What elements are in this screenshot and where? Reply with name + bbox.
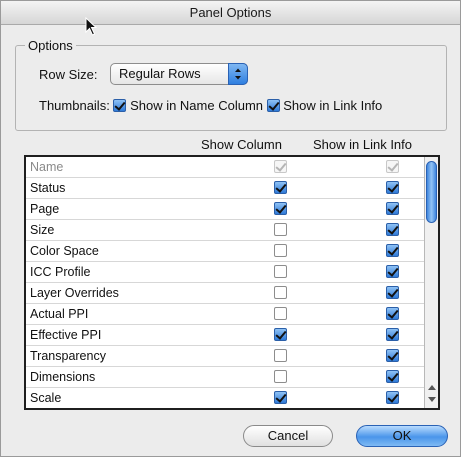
row-label: Scale	[30, 391, 62, 405]
row-label: Transparency	[30, 349, 106, 363]
show-in-link-info-checkbox[interactable]	[386, 244, 399, 257]
table-row: Page	[26, 199, 424, 220]
show-column-checkbox[interactable]	[274, 307, 287, 320]
row-label: ICC Profile	[30, 265, 91, 279]
dialog-title: Panel Options	[1, 1, 460, 25]
scrollbar-thumb[interactable]	[426, 161, 437, 223]
show-in-link-info-checkbox	[386, 160, 399, 173]
show-column-checkbox	[274, 160, 287, 173]
table-row: Actual PPI	[26, 304, 424, 325]
show-column-header: Show Column	[201, 137, 282, 152]
row-label: Color Space	[30, 244, 99, 258]
show-column-checkbox[interactable]	[274, 265, 287, 278]
thumbnails-label: Thumbnails:	[39, 98, 110, 114]
table-row: Effective PPI	[26, 325, 424, 346]
row-size-label: Row Size:	[39, 67, 98, 82]
table-row: Dimensions	[26, 367, 424, 388]
thumbnails-row: Thumbnails: Show in Name Column Show in …	[39, 97, 382, 113]
show-column-checkbox[interactable]	[274, 244, 287, 257]
show-in-link-info-checkbox[interactable]	[386, 265, 399, 278]
show-in-link-info-checkbox[interactable]	[386, 286, 399, 299]
row-label: Name	[30, 160, 64, 174]
table-row: Transparency	[26, 346, 424, 367]
show-in-name-column-checkbox[interactable]	[113, 99, 127, 113]
mouse-pointer-icon	[85, 17, 98, 36]
table-row: Status	[26, 178, 424, 199]
show-column-checkbox[interactable]	[274, 202, 287, 215]
row-label: Status	[30, 181, 66, 195]
show-column-checkbox[interactable]	[274, 391, 287, 404]
row-size-value: Regular Rows	[119, 66, 201, 81]
show-in-link-info-checkbox[interactable]	[386, 223, 399, 236]
table-row: Name	[26, 157, 424, 178]
columns-table: Name Status Page Size Color Space ICC Profile…	[24, 155, 440, 410]
table-row: Size	[26, 220, 424, 241]
show-in-link-info-checkbox[interactable]	[386, 349, 399, 362]
popup-arrows-icon	[228, 63, 248, 85]
row-size-popup[interactable]: Regular Rows	[110, 63, 248, 85]
show-column-checkbox[interactable]	[274, 223, 287, 236]
show-in-link-info-header: Show in Link Info	[313, 137, 413, 152]
panel-options-dialog: Panel Options Options Row Size: Regular …	[0, 0, 461, 457]
options-group	[15, 45, 447, 131]
show-column-checkbox[interactable]	[274, 349, 287, 362]
row-label: Actual PPI	[30, 307, 89, 321]
row-label: Effective PPI	[30, 328, 102, 342]
table-row: ICC Profile	[26, 262, 424, 283]
table-row: Scale	[26, 388, 424, 408]
show-in-link-info-checkbox[interactable]	[386, 328, 399, 341]
row-label: Page	[30, 202, 60, 216]
show-in-name-column-label[interactable]: Show in Name Column	[130, 98, 263, 113]
cancel-button[interactable]: Cancel	[243, 425, 333, 447]
vertical-scrollbar[interactable]	[424, 157, 438, 408]
show-in-link-info-checkbox[interactable]	[386, 391, 399, 404]
table-row: Color Space	[26, 241, 424, 262]
scroll-down-arrow-icon[interactable]	[428, 397, 436, 402]
row-label: Dimensions	[30, 370, 96, 384]
show-column-checkbox[interactable]	[274, 286, 287, 299]
options-legend: Options	[25, 38, 76, 53]
row-label: Size	[30, 223, 55, 237]
scroll-up-arrow-icon[interactable]	[428, 385, 436, 390]
show-in-link-info-checkbox[interactable]	[386, 202, 399, 215]
show-in-link-info-checkbox[interactable]	[386, 181, 399, 194]
table-row: Layer Overrides	[26, 283, 424, 304]
row-label: Layer Overrides	[30, 286, 119, 300]
show-in-link-info-label[interactable]: Show in Link Info	[283, 98, 382, 113]
show-in-link-info-checkbox[interactable]	[266, 99, 280, 113]
show-column-checkbox[interactable]	[274, 181, 287, 194]
show-in-link-info-checkbox[interactable]	[386, 370, 399, 383]
show-in-link-info-checkbox[interactable]	[386, 307, 399, 320]
show-column-checkbox[interactable]	[274, 328, 287, 341]
show-column-checkbox[interactable]	[274, 370, 287, 383]
ok-button[interactable]: OK	[356, 425, 448, 447]
